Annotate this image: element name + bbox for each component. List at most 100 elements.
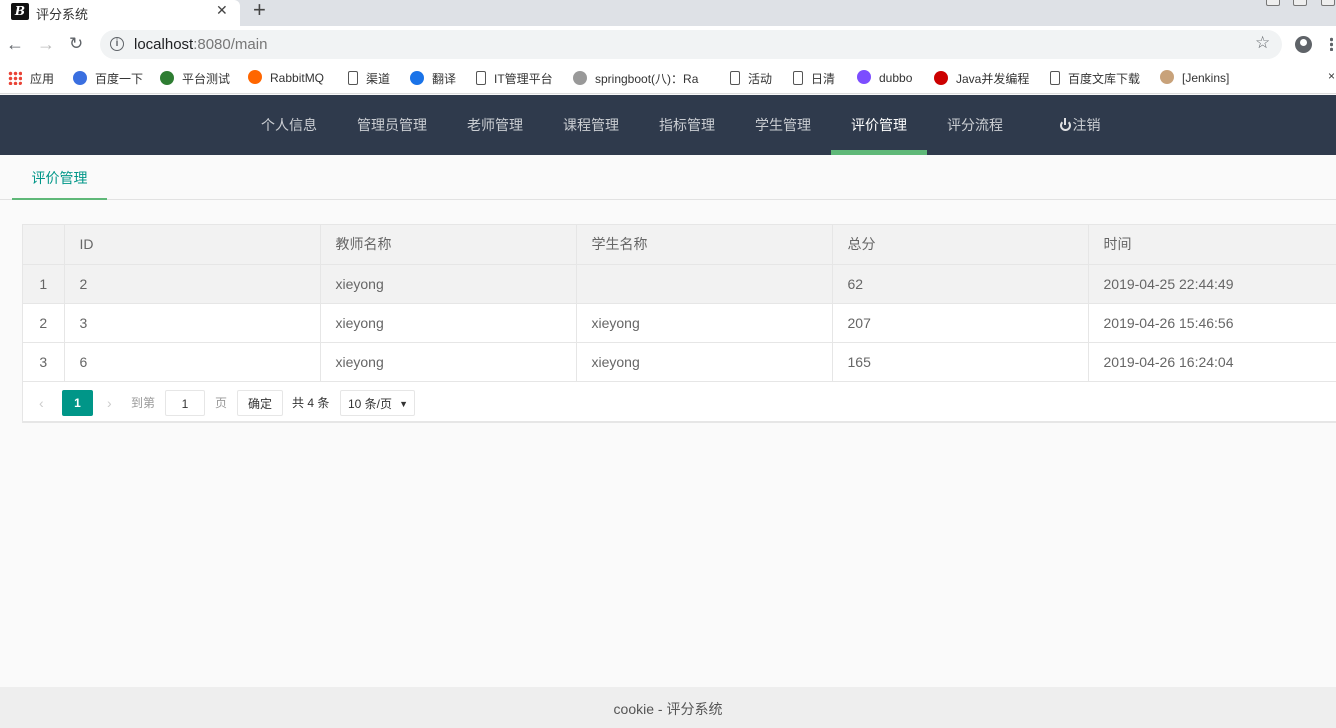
bookmark-item[interactable]: 活动 xyxy=(730,70,772,88)
bookmark-label: RabbitMQ xyxy=(270,71,325,85)
globe-icon xyxy=(160,71,174,85)
reload-icon[interactable]: ↻ xyxy=(69,34,83,54)
nav-teacher-management[interactable]: 老师管理 xyxy=(447,95,543,155)
cell-id: 2 xyxy=(64,264,321,304)
bookmark-label: 渠道 xyxy=(366,72,391,86)
table-header-row: ID 教师名称 学生名称 总分 时间 xyxy=(23,225,1336,265)
page-button-current[interactable]: 1 xyxy=(62,389,93,416)
jenkins-icon xyxy=(1160,70,1174,84)
dropdown-caret-icon: ▼ xyxy=(399,398,408,409)
next-page-icon[interactable]: › xyxy=(107,390,112,416)
forward-icon[interactable]: → xyxy=(37,34,55,54)
table-row[interactable]: 2 3 xieyong xieyong 207 2019-04-26 15:46… xyxy=(23,303,1336,343)
page-number-input[interactable]: 1 xyxy=(165,389,205,416)
rabbitmq-icon xyxy=(248,70,262,84)
cell-student: xieyong xyxy=(576,342,833,382)
nav-course-management[interactable]: 课程管理 xyxy=(543,95,639,155)
cell-teacher: xieyong xyxy=(320,342,577,382)
cell-time: 2019-04-26 16:24:04 xyxy=(1088,342,1336,382)
back-icon[interactable]: ← xyxy=(6,34,24,54)
table-row[interactable]: 1 2 xieyong 62 2019-04-25 22:44:49 xyxy=(23,264,1336,304)
cell-id: 6 xyxy=(64,342,321,382)
translate-icon xyxy=(410,71,424,85)
page-tabs: 评价管理 xyxy=(0,155,1336,200)
bookmark-item[interactable]: dubbo xyxy=(857,70,912,88)
bookmark-item[interactable]: 百度一下 xyxy=(73,70,143,88)
column-header-number xyxy=(23,225,65,265)
bookmark-item[interactable]: 渠道 xyxy=(348,70,390,88)
footer: cookie - 评分系统 xyxy=(0,687,1336,728)
bookmark-item[interactable]: [Jenkins] xyxy=(1160,70,1229,88)
window-minimize-icon[interactable] xyxy=(1266,0,1280,6)
nav-evaluation-management[interactable]: 评价管理 xyxy=(831,95,927,155)
bookmark-label: 百度文库下载 xyxy=(1068,72,1141,86)
address-bar: ← → ↻ i localhost:8080/main ☆ xyxy=(0,26,1336,63)
bookmarks-close-icon[interactable]: × xyxy=(1328,69,1335,83)
bookmark-label: 应用 xyxy=(30,72,55,86)
apps-grid-icon xyxy=(8,71,22,85)
nav-indicator-management[interactable]: 指标管理 xyxy=(639,95,735,155)
cell-student xyxy=(576,264,833,304)
bookmarks-bar: × 应用 百度一下 平台测试 RabbitMQ 渠道 翻译 IT管理平台 springboot… xyxy=(0,63,1336,94)
prev-page-icon[interactable]: ‹ xyxy=(39,390,44,416)
bookmark-item[interactable]: 翻译 xyxy=(410,70,456,88)
nav-scoring-process[interactable]: 评分流程 xyxy=(927,95,1023,155)
site-favicon-icon: B xyxy=(11,3,29,20)
window-restore-icon[interactable] xyxy=(1293,0,1307,6)
new-tab-icon[interactable]: + xyxy=(253,0,266,21)
browser-menu-icon[interactable] xyxy=(1330,37,1333,51)
bookmark-star-icon[interactable]: ☆ xyxy=(1255,33,1270,53)
bookmark-label: 活动 xyxy=(748,72,773,86)
page-size-value: 10 条/页 xyxy=(348,396,393,411)
column-header-teacher[interactable]: 教师名称 xyxy=(320,225,577,265)
table-row[interactable]: 3 6 xieyong xieyong 165 2019-04-26 16:24… xyxy=(23,342,1336,382)
cell-time: 2019-04-26 15:46:56 xyxy=(1088,303,1336,343)
profile-avatar-icon[interactable] xyxy=(1295,36,1312,53)
nav-admin-management[interactable]: 管理员管理 xyxy=(337,95,447,155)
window-close-icon[interactable] xyxy=(1321,0,1335,6)
url-input[interactable]: i localhost:8080/main ☆ xyxy=(100,30,1282,59)
page-icon xyxy=(793,71,803,85)
bookmark-label: Java并发编程 xyxy=(956,72,1030,86)
tab-evaluation[interactable]: 评价管理 xyxy=(12,155,107,200)
nav-student-management[interactable]: 学生管理 xyxy=(735,95,831,155)
bookmark-label: 翻译 xyxy=(432,72,457,86)
bookmark-label: springboot(八)：Ra xyxy=(595,72,699,86)
bookmark-item[interactable]: Java并发编程 xyxy=(934,70,1029,88)
page-icon xyxy=(1050,71,1060,85)
page-icon xyxy=(476,71,486,85)
row-number: 3 xyxy=(23,342,65,382)
csdn-icon xyxy=(934,71,948,85)
cell-score: 207 xyxy=(832,303,1089,343)
page-unit-label: 页 xyxy=(215,395,228,410)
browser-tab[interactable]: B 评分系统 ✕ xyxy=(0,0,240,26)
bookmark-label: dubbo xyxy=(879,71,913,85)
bookmark-item[interactable]: 百度文库下载 xyxy=(1050,70,1140,88)
bookmark-item[interactable]: IT管理平台 xyxy=(476,70,553,88)
tab-close-icon[interactable]: ✕ xyxy=(216,2,228,19)
goto-confirm-button[interactable]: 确定 xyxy=(237,389,283,416)
bookmark-item[interactable]: 日清 xyxy=(793,70,835,88)
bookmark-item[interactable]: 平台测试 xyxy=(160,70,230,88)
row-number: 2 xyxy=(23,303,65,343)
tab-title: 评分系统 xyxy=(36,7,89,22)
column-header-id[interactable]: ID xyxy=(64,225,321,265)
column-header-score[interactable]: 总分 xyxy=(832,225,1089,265)
cell-score: 62 xyxy=(832,264,1089,304)
page-size-select[interactable]: 10 条/页 ▼ xyxy=(340,389,415,416)
pagination: ‹ 1 › 到第 1 页 确定 共 4 条 10 条/页 ▼ xyxy=(23,382,1336,422)
bookmark-label: [Jenkins] xyxy=(1182,71,1230,85)
goto-label: 到第 xyxy=(131,395,156,410)
evaluation-table: ID 教师名称 学生名称 总分 时间 1 2 xieyong 62 2019-0… xyxy=(22,224,1336,423)
nav-profile[interactable]: 个人信息 xyxy=(241,95,337,155)
bookmark-item[interactable]: 应用 xyxy=(8,70,54,88)
nav-logout[interactable]: 注销 xyxy=(1028,95,1132,155)
page-icon xyxy=(730,71,740,85)
column-header-student[interactable]: 学生名称 xyxy=(576,225,833,265)
column-header-time[interactable]: 时间 xyxy=(1088,225,1336,265)
bookmark-label: IT管理平台 xyxy=(494,72,553,86)
bookmark-item[interactable]: RabbitMQ xyxy=(248,70,324,88)
site-info-icon[interactable]: i xyxy=(110,37,124,51)
page-icon xyxy=(348,71,358,85)
bookmark-item[interactable]: springboot(八)：Ra xyxy=(573,70,698,88)
